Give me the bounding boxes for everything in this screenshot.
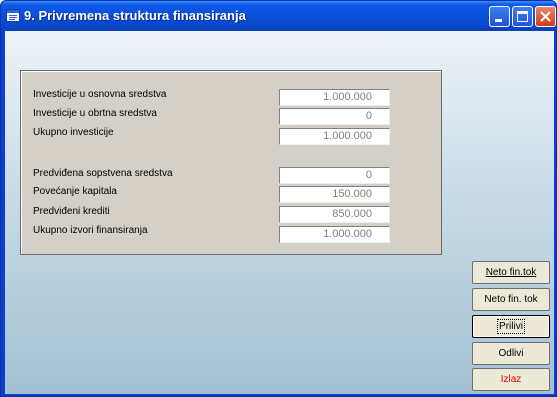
predvideni-krediti-field[interactable]: 850.000 [279, 206, 390, 223]
minimize-icon [495, 19, 502, 22]
financing-panel: Investicije u osnovna sredstva 1.000.000… [20, 70, 442, 255]
izlaz-button[interactable]: Izlaz [472, 368, 550, 391]
neto-fin-tok-label: Neto fin.tok [485, 267, 537, 278]
prilivi-button[interactable]: Prilivi [472, 315, 550, 338]
app-window: 9. Privremena struktura finansiranja Inv… [0, 0, 557, 397]
neto-fin-tok-2-label: Neto fin. tok [484, 294, 538, 305]
ukupno-izvori-field[interactable]: 1.000.000 [279, 226, 390, 243]
neto-fin-tok-button[interactable]: Neto fin.tok [472, 261, 550, 284]
client-area: Investicije u osnovna sredstva 1.000.000… [5, 31, 554, 394]
investicije-obrtna-field[interactable]: 0 [279, 108, 390, 125]
title-bar[interactable]: 9. Privremena struktura finansiranja [1, 1, 556, 31]
neto-fin-tok-2-button[interactable]: Neto fin. tok [472, 288, 550, 311]
maximize-button[interactable] [512, 6, 533, 27]
izlaz-label: Izlaz [500, 374, 522, 385]
ukupno-investicije-label: Ukupno investicije [33, 127, 114, 138]
investicije-osnovna-field[interactable]: 1.000.000 [279, 89, 390, 106]
investicije-osnovna-label: Investicije u osnovna sredstva [33, 89, 167, 100]
window-title: 9. Privremena struktura finansiranja [24, 8, 246, 23]
povecanje-kapitala-field[interactable]: 150.000 [279, 186, 390, 203]
predvideni-krediti-label: Predviđeni krediti [33, 206, 110, 217]
maximize-icon [517, 11, 528, 22]
investicije-obrtna-label: Investicije u obrtna sredstva [33, 108, 157, 119]
app-icon [6, 9, 20, 22]
sopstvena-sredstva-label: Predviđena sopstvena sredstva [33, 168, 173, 179]
odlivi-button[interactable]: Odlivi [472, 342, 550, 365]
ukupno-investicije-field[interactable]: 1.000.000 [279, 128, 390, 145]
prilivi-label: Prilivi [497, 319, 525, 334]
ukupno-izvori-label: Ukupno izvori finansiranja [33, 225, 148, 236]
odlivi-label: Odlivi [498, 348, 524, 359]
close-icon [540, 11, 551, 22]
povecanje-kapitala-label: Povećanje kapitala [33, 186, 117, 197]
minimize-button[interactable] [489, 6, 510, 27]
sopstvena-sredstva-field[interactable]: 0 [279, 167, 390, 184]
close-button[interactable] [535, 6, 556, 27]
